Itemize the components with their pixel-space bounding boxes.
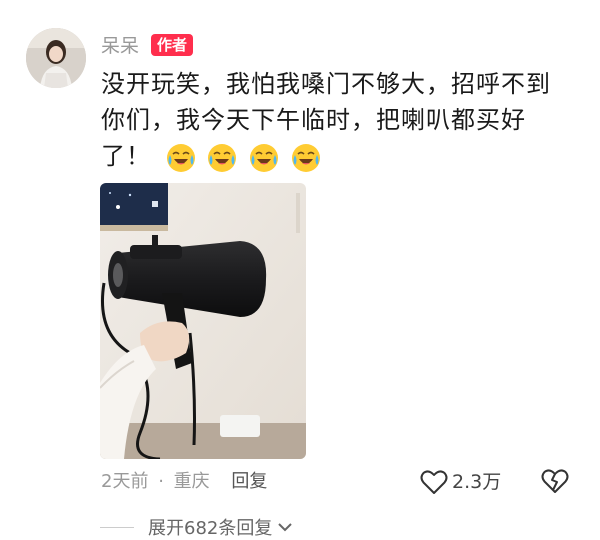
author-badge: 作者 (151, 34, 194, 56)
heart-outline-icon (420, 470, 448, 494)
meta-separator: · (158, 471, 164, 492)
comment-time: 2天前 (101, 471, 149, 492)
crying-laughing-emoji-icon (208, 144, 237, 172)
expand-label: 展开682条回复 (148, 518, 273, 539)
emoji-group (166, 139, 324, 175)
like-button[interactable]: 2.3万 (420, 468, 501, 496)
comment-location: 重庆 (173, 471, 210, 492)
username[interactable]: 呆呆 (101, 35, 139, 57)
comment-text: 没开玩笑，我怕我嗓门不够大，招呼不到你们，我今天下午临时，把喇叭都买好了！ (101, 66, 571, 175)
like-count: 2.3万 (452, 471, 502, 493)
comment-photo[interactable] (100, 183, 306, 459)
crying-laughing-emoji-icon (249, 144, 278, 172)
crying-laughing-emoji-icon (291, 144, 320, 172)
comment-meta: 2天前 · 重庆 回复 (101, 470, 267, 494)
divider-line (100, 526, 134, 528)
expand-replies[interactable]: 展开682条回复 (100, 514, 294, 540)
dislike-button[interactable] (541, 468, 569, 498)
crying-laughing-emoji-icon (166, 144, 195, 172)
reply-button[interactable]: 回复 (231, 471, 267, 492)
broken-heart-icon (541, 469, 569, 493)
chevron-down-icon (278, 523, 293, 532)
avatar[interactable] (26, 28, 86, 88)
